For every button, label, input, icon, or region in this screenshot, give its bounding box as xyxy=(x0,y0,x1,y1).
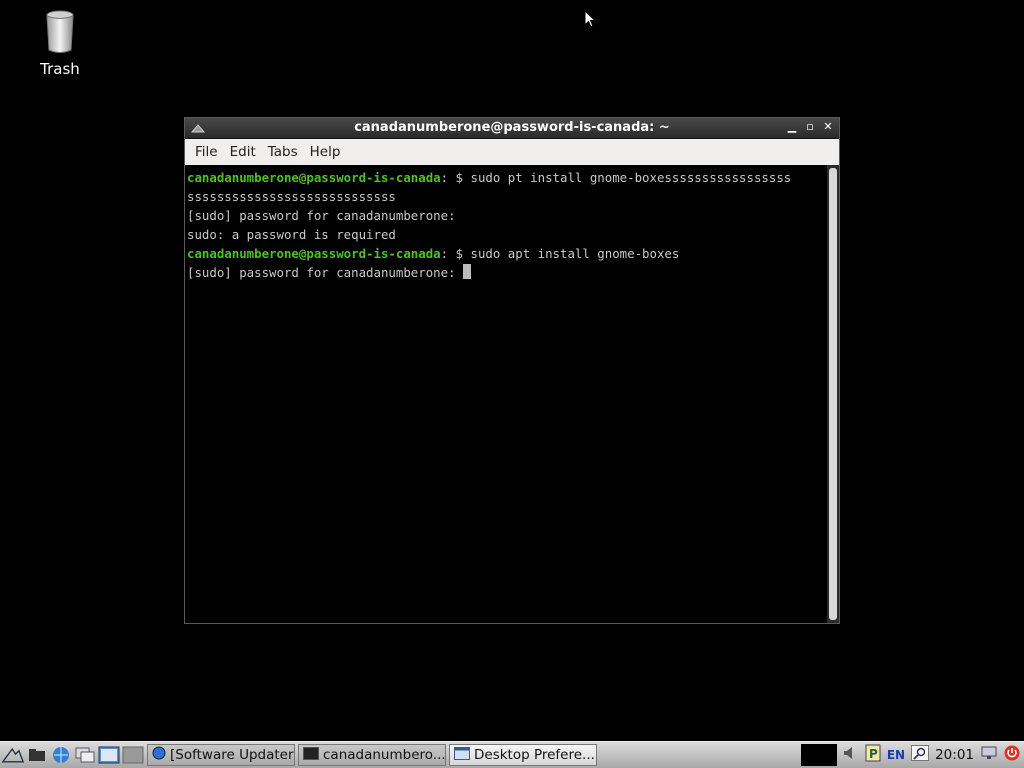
menu-file[interactable]: File xyxy=(189,144,224,160)
keyboard-layout[interactable]: EN xyxy=(887,748,905,762)
terminal-text: ssssssssssssssssssssssssssss xyxy=(187,189,396,204)
maximize-button[interactable]: ▫ xyxy=(803,120,817,134)
window-titlebar[interactable]: canadanumberone@password-is-canada: ~ ▁ … xyxy=(185,118,839,139)
task-label: canadanumbero... xyxy=(323,747,446,763)
terminal-line: canadanumberone@password-is-canada: $ su… xyxy=(187,168,825,187)
terminal-line: [sudo] password for canadanumberone: xyxy=(187,263,825,282)
volume-icon[interactable] xyxy=(843,746,859,764)
terminal-text: [sudo] password for canadanumberone: xyxy=(187,208,456,223)
show-desktop-icon[interactable] xyxy=(74,744,96,766)
terminal-text: sudo: a password is required xyxy=(187,227,396,242)
task-terminal[interactable]: canadanumbero... xyxy=(298,744,446,766)
cpu-monitor[interactable] xyxy=(800,744,837,766)
menu-tabs[interactable]: Tabs xyxy=(262,144,304,160)
desktop-icon-trash[interactable]: Trash xyxy=(30,10,90,78)
terminal-prompt: canadanumberone@password-is-canada xyxy=(187,170,441,185)
clipboard-icon[interactable]: P xyxy=(865,744,881,766)
network-icon[interactable] xyxy=(980,745,998,765)
svg-text:P: P xyxy=(869,747,878,761)
terminal-line: sudo: a password is required xyxy=(187,225,825,244)
file-manager-icon[interactable] xyxy=(26,744,48,766)
terminal-line: [sudo] password for canadanumberone: xyxy=(187,206,825,225)
task-label: Desktop Prefere... xyxy=(474,747,595,763)
terminal-window[interactable]: canadanumberone@password-is-canada: ~ ▁ … xyxy=(184,117,840,624)
start-menu-icon[interactable] xyxy=(2,744,24,766)
menubar: File Edit Tabs Help xyxy=(185,139,839,166)
terminal-scrollbar[interactable] xyxy=(827,165,839,623)
terminal-output[interactable]: canadanumberone@password-is-canada: $ su… xyxy=(185,165,827,623)
scrollbar-thumb[interactable] xyxy=(829,168,837,620)
minimize-button[interactable]: ▁ xyxy=(785,120,799,134)
terminal-text: : $ sudo apt install gnome-boxes xyxy=(440,246,680,261)
mouse-cursor-icon xyxy=(584,9,597,32)
terminal-line: canadanumberone@password-is-canada: $ su… xyxy=(187,244,825,263)
taskbar: [Software Updater] canadanumbero... Desk… xyxy=(0,741,1024,768)
clock[interactable]: 20:01 xyxy=(935,747,974,763)
window-title: canadanumberone@password-is-canada: ~ xyxy=(354,120,670,135)
menu-edit[interactable]: Edit xyxy=(224,144,262,160)
close-button[interactable]: ✕ xyxy=(821,120,835,134)
globe-icon xyxy=(152,746,166,764)
terminal-prompt: canadanumberone@password-is-canada xyxy=(187,246,441,261)
system-tray: P EN 20:01 xyxy=(800,744,1024,766)
terminal-text: [sudo] password for canadanumberone: xyxy=(187,265,464,280)
text-cursor xyxy=(463,264,472,279)
task-label: [Software Updater] xyxy=(170,747,295,763)
terminal-line: ssssssssssssssssssssssssssss xyxy=(187,187,825,206)
trash-icon xyxy=(45,10,75,54)
task-desktop-preferences[interactable]: Desktop Prefere... xyxy=(449,744,597,766)
desktop-icon-label: Trash xyxy=(40,60,80,78)
menu-help[interactable]: Help xyxy=(304,144,347,160)
search-icon[interactable] xyxy=(911,745,930,765)
browser-icon[interactable] xyxy=(50,744,72,766)
window-icon xyxy=(454,746,470,764)
task-software-updater[interactable]: [Software Updater] xyxy=(147,744,295,766)
workspace-2-icon[interactable] xyxy=(122,744,144,766)
terminal-icon xyxy=(303,746,319,764)
terminal-text: : $ sudo pt install gnome-boxessssssssss… xyxy=(440,170,792,185)
power-icon[interactable] xyxy=(1004,745,1020,765)
workspace-1-icon[interactable] xyxy=(98,744,120,766)
